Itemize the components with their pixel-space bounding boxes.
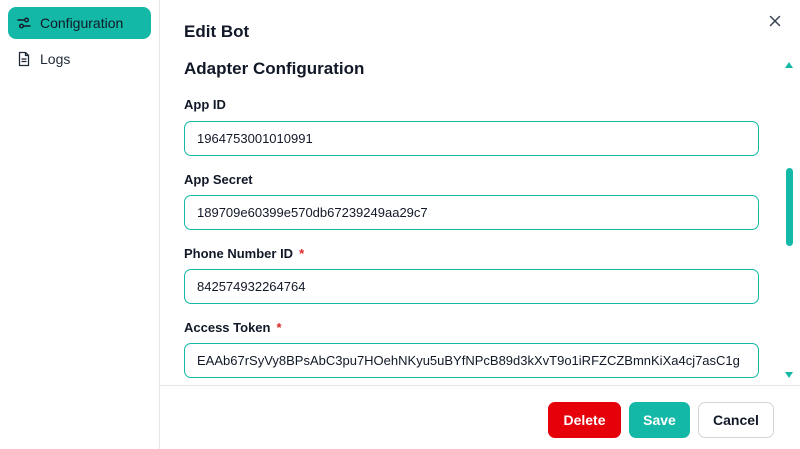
- access-token-label: Access Token *: [184, 320, 282, 335]
- sidebar-item-logs[interactable]: Logs: [8, 43, 151, 75]
- footer-divider: [160, 385, 800, 386]
- sidebar: Configuration Logs: [0, 0, 160, 449]
- phone-number-id-label-text: Phone Number ID: [184, 246, 294, 261]
- sidebar-item-label: Logs: [40, 51, 71, 67]
- app-secret-label: App Secret: [184, 172, 253, 187]
- sidebar-item-label: Configuration: [40, 15, 124, 31]
- section-title: Adapter Configuration: [184, 59, 365, 78]
- dialog-title: Edit Bot: [184, 22, 250, 41]
- phone-number-id-input[interactable]: [184, 269, 759, 304]
- phone-number-id-label: Phone Number ID *: [184, 246, 304, 261]
- close-button[interactable]: [766, 14, 784, 32]
- scroll-up-arrow[interactable]: [785, 62, 793, 68]
- close-icon: [769, 14, 781, 32]
- scrollbar-thumb[interactable]: [786, 168, 793, 246]
- save-button[interactable]: Save: [629, 402, 690, 438]
- document-icon: [16, 51, 32, 67]
- required-marker: *: [276, 320, 282, 335]
- app-id-label-text: App ID: [184, 97, 226, 112]
- edit-bot-dialog: Edit Bot Adapter Configuration App ID Ap…: [160, 0, 800, 449]
- scroll-down-arrow[interactable]: [785, 372, 793, 378]
- sliders-icon: [16, 15, 32, 31]
- delete-button[interactable]: Delete: [548, 402, 621, 438]
- access-token-input[interactable]: [184, 343, 759, 378]
- app-id-input[interactable]: [184, 121, 759, 156]
- app-id-label: App ID: [184, 97, 226, 112]
- app-secret-input[interactable]: [184, 195, 759, 230]
- sidebar-item-configuration[interactable]: Configuration: [8, 7, 151, 39]
- cancel-button[interactable]: Cancel: [698, 402, 774, 438]
- app-secret-label-text: App Secret: [184, 172, 253, 187]
- access-token-label-text: Access Token: [184, 320, 271, 335]
- required-marker: *: [299, 246, 305, 261]
